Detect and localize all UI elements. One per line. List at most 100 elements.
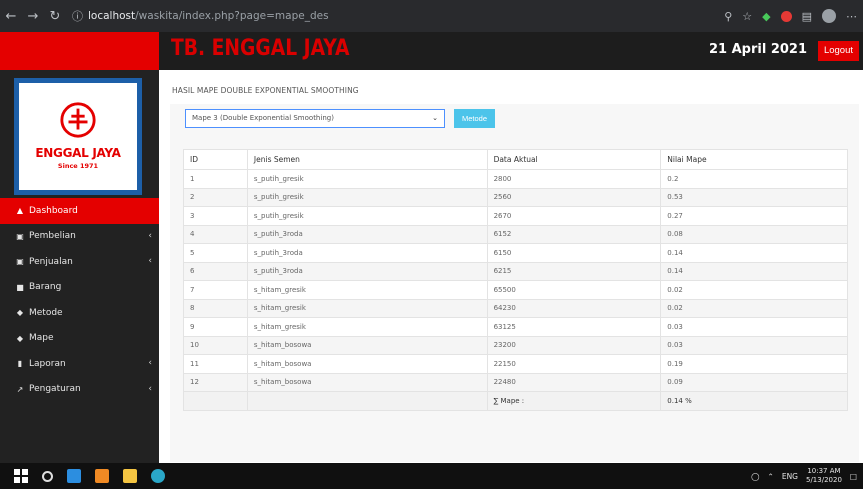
profile-avatar-icon[interactable] bbox=[822, 9, 836, 23]
reload-icon[interactable]: ↻ bbox=[44, 9, 66, 24]
cell-nilai-mape: 0.27 bbox=[660, 206, 848, 226]
star-icon[interactable]: ☆ bbox=[742, 10, 752, 23]
cube-app-icon[interactable] bbox=[67, 469, 81, 483]
method-select-value: Mape 3 (Double Exponential Smoothing) bbox=[192, 114, 334, 122]
chevron-left-icon: ‹ bbox=[148, 358, 152, 368]
cell-data-aktual: 2560 bbox=[486, 187, 662, 207]
windows-start-icon[interactable] bbox=[14, 469, 28, 483]
method-select[interactable]: Mape 3 (Double Exponential Smoothing) ⌄ bbox=[185, 109, 445, 128]
sidebar-item-label: Penjualan bbox=[29, 256, 73, 267]
logo-since: Since 1971 bbox=[57, 162, 99, 170]
zoom-icon[interactable]: ⚲ bbox=[724, 10, 732, 23]
header-main: TB. ENGGAL JAYA 21 April 2021 Logout bbox=[159, 32, 863, 70]
table-row: 12 s_hitam_bosowa 22480 0.09 bbox=[183, 372, 848, 392]
cell-data-aktual: 63125 bbox=[486, 317, 662, 337]
sidebar: ENGGAL JAYA Since 1971 ▲ Dashboard ▣ Pembel… bbox=[0, 70, 159, 463]
sidebar-item-label: Metode bbox=[29, 307, 63, 318]
file-explorer-icon[interactable] bbox=[123, 469, 137, 483]
language-indicator[interactable]: ENG bbox=[782, 472, 798, 481]
notification-icon[interactable]: □ bbox=[850, 472, 857, 481]
cell-id: 2 bbox=[183, 187, 248, 207]
cell-id: 3 bbox=[183, 206, 248, 226]
header-date: 21 April 2021 bbox=[708, 42, 807, 57]
edge-browser-icon[interactable] bbox=[151, 469, 165, 483]
logout-button[interactable]: Logout bbox=[817, 41, 859, 61]
collections-icon[interactable]: ▤ bbox=[802, 10, 812, 23]
table-header-row: ID Jenis Semen Data Aktual Nilai Mape bbox=[183, 149, 848, 170]
cell-id: 10 bbox=[183, 335, 248, 355]
cell-data-aktual: 6215 bbox=[486, 261, 662, 281]
cell-nilai-mape: 0.14 bbox=[660, 243, 848, 263]
back-arrow-icon[interactable]: ← bbox=[0, 9, 22, 24]
cell-data-aktual: 22480 bbox=[486, 372, 662, 392]
footer-empty-cell bbox=[246, 391, 488, 411]
box-icon: ■ bbox=[16, 282, 24, 292]
table-footer-row: ∑ Mape : 0.14 % bbox=[183, 391, 848, 411]
table-row: 2 s_putih_gresik 2560 0.53 bbox=[183, 187, 848, 207]
address-bar[interactable]: ⓘ localhost/waskita/index.php?page=mape_… bbox=[72, 8, 329, 24]
cell-id: 6 bbox=[183, 261, 248, 281]
sidebar-item-pembelian[interactable]: ▣ Pembelian ‹ bbox=[0, 224, 159, 250]
browser-toolbar: ← → ↻ ⓘ localhost/waskita/index.php?page… bbox=[0, 0, 863, 32]
taskbar: ◯ ⌃ ENG 10:37 AM 5/13/2020 □ bbox=[0, 463, 863, 489]
clock[interactable]: 10:37 AM 5/13/2020 bbox=[806, 467, 842, 485]
sidebar-item-label: Dashboard bbox=[29, 205, 78, 216]
logo: ENGGAL JAYA Since 1971 bbox=[14, 78, 142, 195]
content-panel: Mape 3 (Double Exponential Smoothing) ⌄ … bbox=[170, 104, 859, 462]
sidebar-item-label: Pengaturan bbox=[29, 384, 81, 395]
sidebar-item-label: Pembelian bbox=[29, 231, 76, 242]
cell-id: 11 bbox=[183, 354, 248, 374]
wrench-icon: ↗ bbox=[16, 384, 24, 394]
sublime-text-icon[interactable] bbox=[95, 469, 109, 483]
cell-nilai-mape: 0.19 bbox=[660, 354, 848, 374]
forward-arrow-icon[interactable]: → bbox=[22, 9, 44, 24]
cell-jenis-semen: s_hitam_gresik bbox=[246, 280, 488, 300]
sidebar-item-pengaturan[interactable]: ↗ Pengaturan ‹ bbox=[0, 377, 159, 403]
cell-id: 4 bbox=[183, 224, 248, 244]
mape-table: ID Jenis Semen Data Aktual Nilai Mape 1s… bbox=[183, 149, 848, 411]
cell-id: 1 bbox=[183, 169, 248, 189]
column-header-data-aktual: Data Aktual bbox=[486, 149, 662, 170]
cell-jenis-semen: s_hitam_bosowa bbox=[246, 335, 488, 355]
sidebar-item-laporan[interactable]: ▮ Laporan ‹ bbox=[0, 351, 159, 377]
sidebar-item-mape[interactable]: ◆ Mape bbox=[0, 326, 159, 352]
chevron-left-icon: ‹ bbox=[148, 256, 152, 266]
url-host: localhost bbox=[88, 10, 136, 22]
cell-jenis-semen: s_putih_gresik bbox=[246, 187, 488, 207]
extension-red-icon[interactable] bbox=[780, 10, 792, 22]
info-icon[interactable]: ⓘ bbox=[72, 8, 83, 24]
logo-name: ENGGAL JAYA bbox=[35, 146, 121, 160]
cell-data-aktual: 6150 bbox=[486, 243, 662, 263]
cell-data-aktual: 65500 bbox=[486, 280, 662, 300]
sidebar-item-metode[interactable]: ◆ Metode bbox=[0, 300, 159, 326]
sidebar-item-label: Laporan bbox=[29, 358, 66, 369]
table-row: 11 s_hitam_bosowa 22150 0.19 bbox=[183, 354, 848, 374]
sum-mape-value: 0.14 % bbox=[660, 391, 848, 411]
cell-data-aktual: 2670 bbox=[486, 206, 662, 226]
sidebar-item-penjualan[interactable]: ▣ Penjualan ‹ bbox=[0, 249, 159, 275]
cell-id: 12 bbox=[183, 372, 248, 392]
table-row: 10 s_hitam_bosowa 23200 0.03 bbox=[183, 335, 848, 355]
sidebar-item-dashboard[interactable]: ▲ Dashboard bbox=[0, 198, 159, 224]
search-icon[interactable] bbox=[42, 470, 53, 482]
table-row: 4 s_putih_3roda 6152 0.08 bbox=[183, 224, 848, 244]
people-icon[interactable]: ◯ bbox=[751, 472, 759, 481]
table-row: 5 s_putih_3roda 6150 0.14 bbox=[183, 243, 848, 263]
more-menu-icon[interactable]: ⋯ bbox=[846, 10, 857, 23]
logo-mark-icon bbox=[60, 102, 96, 138]
system-tray: ◯ ⌃ ENG 10:37 AM 5/13/2020 □ bbox=[751, 463, 857, 489]
users-icon: ◆ bbox=[16, 333, 24, 343]
cell-data-aktual: 64230 bbox=[486, 298, 662, 318]
chevron-left-icon: ‹ bbox=[148, 383, 152, 394]
sidebar-item-barang[interactable]: ■ Barang bbox=[0, 275, 159, 301]
url-path: /waskita/index.php?page=mape_des bbox=[135, 10, 329, 22]
book-icon: ▮ bbox=[17, 359, 23, 369]
cell-jenis-semen: s_putih_gresik bbox=[246, 169, 488, 189]
metode-button[interactable]: Metode bbox=[454, 109, 496, 128]
cell-nilai-mape: 0.08 bbox=[660, 224, 848, 244]
cell-nilai-mape: 0.02 bbox=[660, 298, 848, 318]
chevron-up-icon[interactable]: ⌃ bbox=[768, 472, 774, 481]
extension-icon[interactable]: ◆ bbox=[762, 10, 770, 23]
header-left-block bbox=[0, 32, 159, 70]
clock-date: 5/13/2020 bbox=[806, 476, 842, 484]
